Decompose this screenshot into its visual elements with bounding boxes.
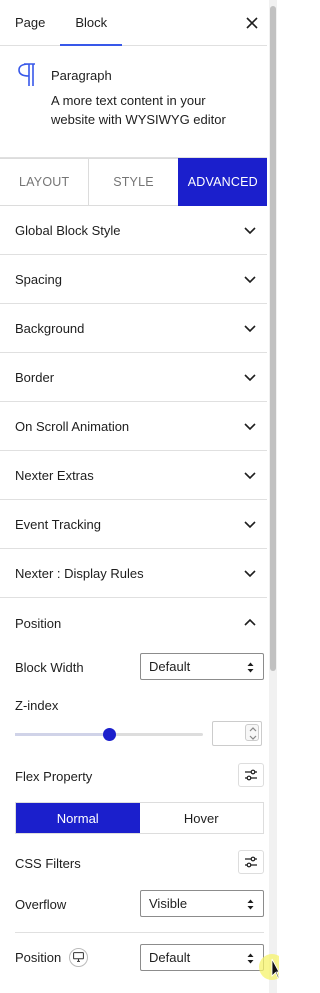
chevron-down-icon: [244, 276, 256, 284]
panel-label: On Scroll Animation: [15, 418, 130, 434]
overflow-select[interactable]: Visible: [140, 890, 264, 917]
sliders-icon: [245, 769, 257, 781]
select-arrows-icon: [247, 662, 254, 673]
panel-spacing[interactable]: Spacing: [0, 255, 267, 304]
panel-label: Spacing: [15, 271, 62, 287]
mouse-cursor-icon: [259, 954, 279, 980]
flex-settings-button[interactable]: [238, 763, 264, 787]
tab-advanced[interactable]: ADVANCED: [177, 158, 267, 206]
zindex-slider-fill: [15, 733, 109, 736]
zindex-slider-thumb[interactable]: [103, 728, 116, 741]
zindex-slider[interactable]: [15, 728, 203, 741]
block-width-select[interactable]: Default: [140, 653, 264, 680]
sidebar-header-tabs: Page Block: [0, 0, 267, 46]
divider: [15, 932, 264, 933]
panel-label: Event Tracking: [15, 516, 101, 532]
panel-event-tracking[interactable]: Event Tracking: [0, 500, 267, 549]
panel-label: Nexter Extras: [15, 467, 94, 483]
close-icon[interactable]: [241, 12, 263, 34]
panel-on-scroll-animation[interactable]: On Scroll Animation: [0, 402, 267, 451]
panel-position-header[interactable]: Position: [0, 598, 267, 648]
panel-border[interactable]: Border: [0, 353, 267, 402]
chevron-down-icon: [244, 227, 256, 235]
chevron-down-icon: [244, 472, 256, 480]
panel-global-block-style[interactable]: Global Block Style: [0, 206, 267, 255]
overflow-value: Visible: [149, 896, 188, 911]
tab-layout[interactable]: LAYOUT: [0, 158, 89, 206]
tab-style[interactable]: STYLE: [88, 158, 178, 206]
panel-list: Global Block Style Spacing Background Bo…: [0, 206, 267, 598]
sliders-icon: [245, 856, 257, 868]
settings-tabs: LAYOUT STYLE ADVANCED: [0, 158, 267, 206]
panel-label: Position: [15, 615, 62, 631]
select-arrows-icon: [247, 899, 254, 910]
chevron-down-icon: [244, 423, 256, 431]
panel-nexter-extras[interactable]: Nexter Extras: [0, 451, 267, 500]
position-value: Default: [149, 950, 191, 965]
toggle-normal[interactable]: Normal: [16, 803, 140, 833]
panel-background[interactable]: Background: [0, 304, 267, 353]
chevron-down-icon: [244, 570, 256, 578]
chevron-down-icon: [244, 521, 256, 529]
chevron-down-icon: [244, 374, 256, 382]
overflow-label: Overflow: [15, 896, 67, 912]
block-width-value: Default: [149, 659, 191, 674]
block-description: A more text content in your website with…: [51, 93, 226, 127]
css-filters-button[interactable]: [238, 850, 264, 874]
zindex-label: Z-index: [15, 697, 59, 713]
tab-page[interactable]: Page: [0, 0, 60, 45]
panel-label: Border: [15, 369, 55, 385]
zindex-stepper[interactable]: [245, 724, 259, 741]
state-toggle: Normal Hover: [15, 802, 264, 834]
chevron-down-icon: [244, 325, 256, 333]
position-panel: Position: [0, 598, 267, 648]
position-select[interactable]: Default: [140, 944, 264, 971]
scrollbar[interactable]: [269, 0, 277, 993]
zindex-row: Z-index: [15, 695, 279, 715]
toggle-hover[interactable]: Hover: [140, 803, 264, 833]
panel-display-rules[interactable]: Nexter : Display Rules: [0, 549, 267, 598]
panel-label: Nexter : Display Rules: [15, 565, 144, 581]
flex-property-label: Flex Property: [15, 768, 93, 784]
block-title: Paragraph: [51, 68, 112, 83]
block-card: Paragraph A more text content in your we…: [0, 46, 267, 158]
scrollbar-thumb[interactable]: [270, 6, 276, 671]
tab-block[interactable]: Block: [60, 0, 122, 46]
block-width-label: Block Width: [15, 659, 84, 675]
select-arrows-icon: [247, 953, 254, 964]
position-label: Position: [15, 949, 62, 965]
desktop-icon[interactable]: [69, 947, 89, 967]
panel-label: Background: [15, 320, 85, 336]
panel-label: Global Block Style: [15, 222, 121, 238]
paragraph-icon: [15, 62, 39, 90]
css-filters-label: CSS Filters: [15, 855, 81, 871]
chevron-up-icon: [244, 618, 256, 626]
